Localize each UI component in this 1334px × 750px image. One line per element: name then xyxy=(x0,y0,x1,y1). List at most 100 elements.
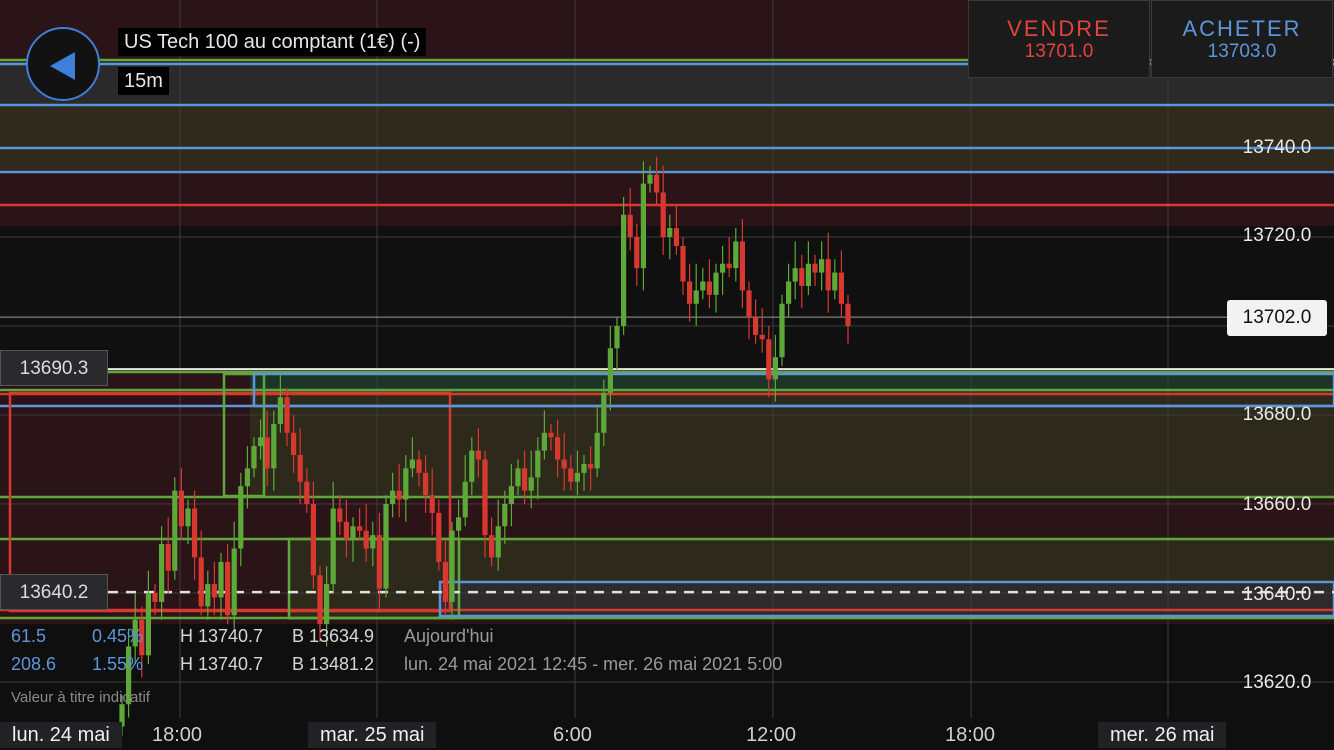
sell-button[interactable]: VENDRE 13701.0 xyxy=(968,0,1150,78)
candle-body xyxy=(383,504,389,589)
candle-body xyxy=(178,490,184,527)
candle-body xyxy=(508,486,514,504)
back-button[interactable] xyxy=(26,27,100,101)
x-time-label: 12:00 xyxy=(746,724,797,746)
candle-body xyxy=(165,544,171,571)
sell-label: VENDRE xyxy=(1007,16,1111,41)
candle-body xyxy=(251,446,257,469)
candle-body xyxy=(205,584,211,607)
candle-body xyxy=(172,490,178,571)
candle-body xyxy=(581,463,587,473)
candle-body xyxy=(528,477,534,491)
candle-body xyxy=(277,397,283,424)
x-time-label: 18:00 xyxy=(945,724,996,746)
candle-body xyxy=(231,548,237,616)
candle-body xyxy=(198,557,204,607)
timeframe-selector[interactable]: 15m xyxy=(118,67,169,95)
x-date-label: mar. 25 mai xyxy=(308,722,437,748)
candle-body xyxy=(475,450,481,460)
candle-body xyxy=(594,432,600,469)
candle-body xyxy=(647,174,653,184)
range-change: 208.6 xyxy=(11,654,57,674)
candle-body xyxy=(145,593,151,656)
candle-body xyxy=(211,584,217,598)
y-tick-label: 13640.0 xyxy=(1242,584,1312,605)
candle-body xyxy=(673,228,679,246)
candle-body xyxy=(792,268,798,282)
candle-body xyxy=(739,241,745,291)
candle-body xyxy=(310,504,316,576)
candle-body xyxy=(152,593,158,602)
candle-body xyxy=(687,281,693,304)
candle-body xyxy=(700,281,706,291)
candle-body xyxy=(264,437,270,469)
candle-body xyxy=(759,334,765,340)
candle-body xyxy=(640,183,646,269)
candle-body xyxy=(469,450,475,482)
indicative-disclaimer: Valeur à titre indicatif xyxy=(11,689,150,706)
candle-body xyxy=(396,490,402,500)
zone-olive-top xyxy=(0,106,1334,170)
candle-body xyxy=(159,544,165,602)
candle-body xyxy=(317,575,323,625)
today-change: 61.5 xyxy=(11,626,47,646)
today-high: H 13740.7 xyxy=(180,626,264,646)
candle-body xyxy=(832,272,838,291)
candle-body xyxy=(568,468,574,482)
candle-body xyxy=(370,535,376,549)
candle-body xyxy=(357,526,363,531)
candle-body xyxy=(561,459,567,469)
candle-body xyxy=(442,561,448,602)
candle-body xyxy=(746,290,752,318)
zone-dark xyxy=(0,226,1334,368)
range-low: B 13481.2 xyxy=(292,654,375,674)
candle-body xyxy=(805,263,811,286)
candle-body xyxy=(825,259,831,291)
candle-body xyxy=(429,495,435,513)
sell-price: 13701.0 xyxy=(1024,41,1094,62)
candle-body xyxy=(660,192,666,237)
candle-body xyxy=(555,437,561,460)
candle-body xyxy=(449,530,455,602)
candle-body xyxy=(343,521,349,540)
buy-button[interactable]: ACHETER 13703.0 xyxy=(1151,0,1333,78)
candle-body xyxy=(838,272,844,304)
candle-body xyxy=(390,490,396,504)
current-price-label: 13702.0 xyxy=(1227,300,1327,336)
x-date-label: mer. 26 mai xyxy=(1098,722,1227,748)
candle-body xyxy=(574,472,580,482)
candle-body xyxy=(284,397,290,433)
chart-screen: US Tech 100 au comptant (1€) (-) 15m VEN… xyxy=(0,0,1334,750)
back-arrow-icon xyxy=(50,52,75,80)
zone-red-mid xyxy=(0,170,1334,226)
upper-level-label[interactable]: 13690.3 xyxy=(0,350,108,386)
candle-body xyxy=(363,530,369,549)
candle-body xyxy=(489,535,495,558)
candle-body xyxy=(192,508,198,558)
candle-body xyxy=(634,237,640,269)
y-tick-label: 13620.0 xyxy=(1242,672,1312,693)
candle-body xyxy=(416,459,422,473)
candle-body xyxy=(799,268,805,286)
candle-body xyxy=(271,423,277,469)
candle-body xyxy=(376,535,382,589)
candle-body xyxy=(779,303,785,358)
candle-body xyxy=(766,339,772,380)
candle-body xyxy=(456,517,462,531)
candle-body xyxy=(522,468,528,491)
lower-level-label[interactable]: 13640.2 xyxy=(0,574,108,610)
y-tick-label: 13740.0 xyxy=(1242,137,1312,158)
candle-body xyxy=(238,486,244,549)
candle-body xyxy=(627,214,633,237)
candle-body xyxy=(515,468,521,487)
candle-body xyxy=(706,281,712,295)
candle-body xyxy=(403,468,409,500)
today-period: Aujourd'hui xyxy=(404,626,494,646)
candle-body xyxy=(225,561,231,616)
candle-body xyxy=(654,174,660,193)
candle-body xyxy=(409,459,415,469)
candle-body xyxy=(693,290,699,304)
candle-body xyxy=(324,584,330,625)
range-high: H 13740.7 xyxy=(180,654,264,674)
candle-body xyxy=(753,317,759,335)
